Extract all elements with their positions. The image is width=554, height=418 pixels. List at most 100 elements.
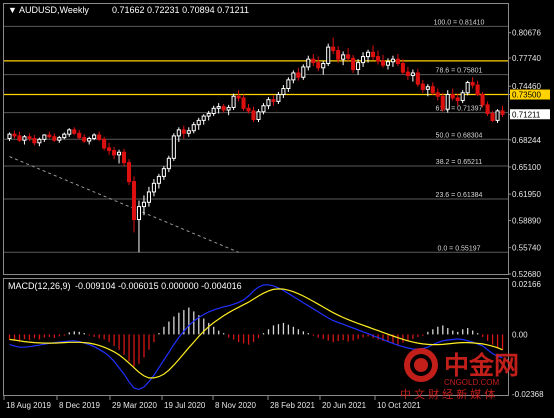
price-tick-label: 0.68244 <box>512 136 541 145</box>
candle-bear <box>420 83 425 90</box>
candle-bull <box>37 138 42 144</box>
price-tag-label: 0.71211 <box>512 110 541 119</box>
trend-line-layer <box>9 156 239 253</box>
macd-bar-positive <box>83 333 85 335</box>
chart-title: AUDUSD,Weekly <box>19 5 89 15</box>
candle-bull <box>266 99 271 107</box>
candle-bull <box>261 105 266 113</box>
macd-values: -0.009104 -0.006015 0.000000 -0.004016 <box>75 281 242 291</box>
macd-bar-positive <box>292 326 295 335</box>
candle-bull <box>495 110 500 121</box>
macd-bar-positive <box>178 312 180 335</box>
macd-bar-negative <box>232 334 235 340</box>
candle-bear <box>475 84 480 96</box>
macd-bar-positive <box>307 333 309 335</box>
macd-bar-positive <box>188 307 190 335</box>
candle-bear <box>241 97 246 109</box>
candle-bull <box>356 62 361 71</box>
candle-bear <box>221 106 226 111</box>
macd-bar-negative <box>48 334 51 337</box>
time-axis: 18 Aug 2019 8 Dec 2019 29 Mar 2020 19 Jul 2… <box>3 396 421 410</box>
candle-bull <box>226 106 231 111</box>
candle-bear <box>112 150 117 156</box>
fib-level-label: 50.0 = 0.68304 <box>436 132 483 139</box>
macd-bar-negative <box>422 334 424 336</box>
macd-bar-negative <box>496 334 499 349</box>
macd-bar-negative <box>53 334 56 338</box>
macd-bar-positive <box>432 329 434 335</box>
macd-bar-negative <box>322 334 324 340</box>
time-tick-label: 28 Feb 2021 <box>270 401 315 410</box>
candle-bear <box>455 97 460 102</box>
watermark-name: 中金网 <box>444 351 519 380</box>
macd-tick-label: -0.02368 <box>512 390 544 399</box>
candle-bear <box>370 51 376 58</box>
candle-bear <box>435 92 440 97</box>
candle-bull <box>385 61 391 66</box>
candle-bull <box>196 119 201 126</box>
macd-bar-negative <box>327 334 329 341</box>
macd-bar-positive <box>447 328 449 335</box>
candle-bull <box>425 86 430 90</box>
macd-bar-negative <box>148 334 150 350</box>
macd-bar-negative <box>362 334 364 338</box>
candle-bull <box>445 94 450 110</box>
fib-level-label: 0.0 = 0.55197 <box>437 245 480 252</box>
macd-bar-positive <box>223 333 225 335</box>
macd-tick-label: 0.00 <box>512 330 528 339</box>
candle-bear <box>12 133 17 137</box>
candle-bull <box>87 137 92 142</box>
candle-bear <box>485 104 490 114</box>
candle-bull <box>146 191 151 203</box>
candle-bear <box>77 132 82 139</box>
candle-bear <box>316 62 321 69</box>
candle-bull <box>231 95 236 108</box>
candle-bear <box>97 134 102 140</box>
macd-bar-negative <box>312 334 314 336</box>
macd-bar-positive <box>442 325 444 335</box>
price-tick-label: 0.80676 <box>512 29 541 38</box>
macd-bar-positive <box>467 328 469 335</box>
fib-level-label: 23.6 = 0.61384 <box>436 192 483 199</box>
candle-bull <box>117 151 122 156</box>
candle-bear <box>27 136 32 139</box>
fib-level-label: 38.2 = 0.65211 <box>436 159 482 166</box>
macd-bar-positive <box>472 330 474 335</box>
chart-symbol-arrow[interactable]: ▼ <box>8 5 17 15</box>
candle-bear <box>336 50 341 60</box>
macd-title: MACD(12,26,9) <box>8 281 71 291</box>
candle-bull <box>206 112 211 117</box>
candle-bull <box>306 58 311 68</box>
candle-bear <box>380 60 386 66</box>
time-tick-label: 10 Oct 2021 <box>377 401 421 410</box>
candle-bull <box>161 168 166 177</box>
macd-bar-negative <box>58 334 60 337</box>
macd-bar-negative <box>123 334 125 355</box>
macd-bar-negative <box>417 334 419 337</box>
candle-bear <box>395 58 400 64</box>
watermark-logo-inner <box>414 358 428 372</box>
macd-bar-positive <box>297 329 300 335</box>
macd-bar-positive <box>163 326 165 335</box>
time-tick-label: 29 Mar 2020 <box>112 401 157 410</box>
candle-bull <box>211 107 216 114</box>
macd-bar-negative <box>402 334 404 343</box>
trend-line <box>9 156 239 253</box>
macd-bar-negative <box>257 334 260 339</box>
macd-bar-negative <box>237 334 240 343</box>
macd-bar-negative <box>133 334 135 367</box>
candle-bear <box>480 94 485 106</box>
candle-bear <box>470 81 475 86</box>
macd-bar-positive <box>267 329 270 335</box>
price-tick-label: 0.55740 <box>512 244 541 253</box>
candle-bull <box>410 72 415 77</box>
macd-bar-positive <box>173 316 175 335</box>
macd-bar-positive <box>462 329 464 335</box>
macd-bar-negative <box>397 334 399 345</box>
fib-level-label: 78.6 = 0.75801 <box>436 68 483 75</box>
macd-bar-negative <box>28 334 31 341</box>
candle-bull <box>286 79 291 89</box>
candle-bull <box>256 111 261 121</box>
candle-bear <box>82 137 87 142</box>
candle-bear <box>271 99 276 102</box>
